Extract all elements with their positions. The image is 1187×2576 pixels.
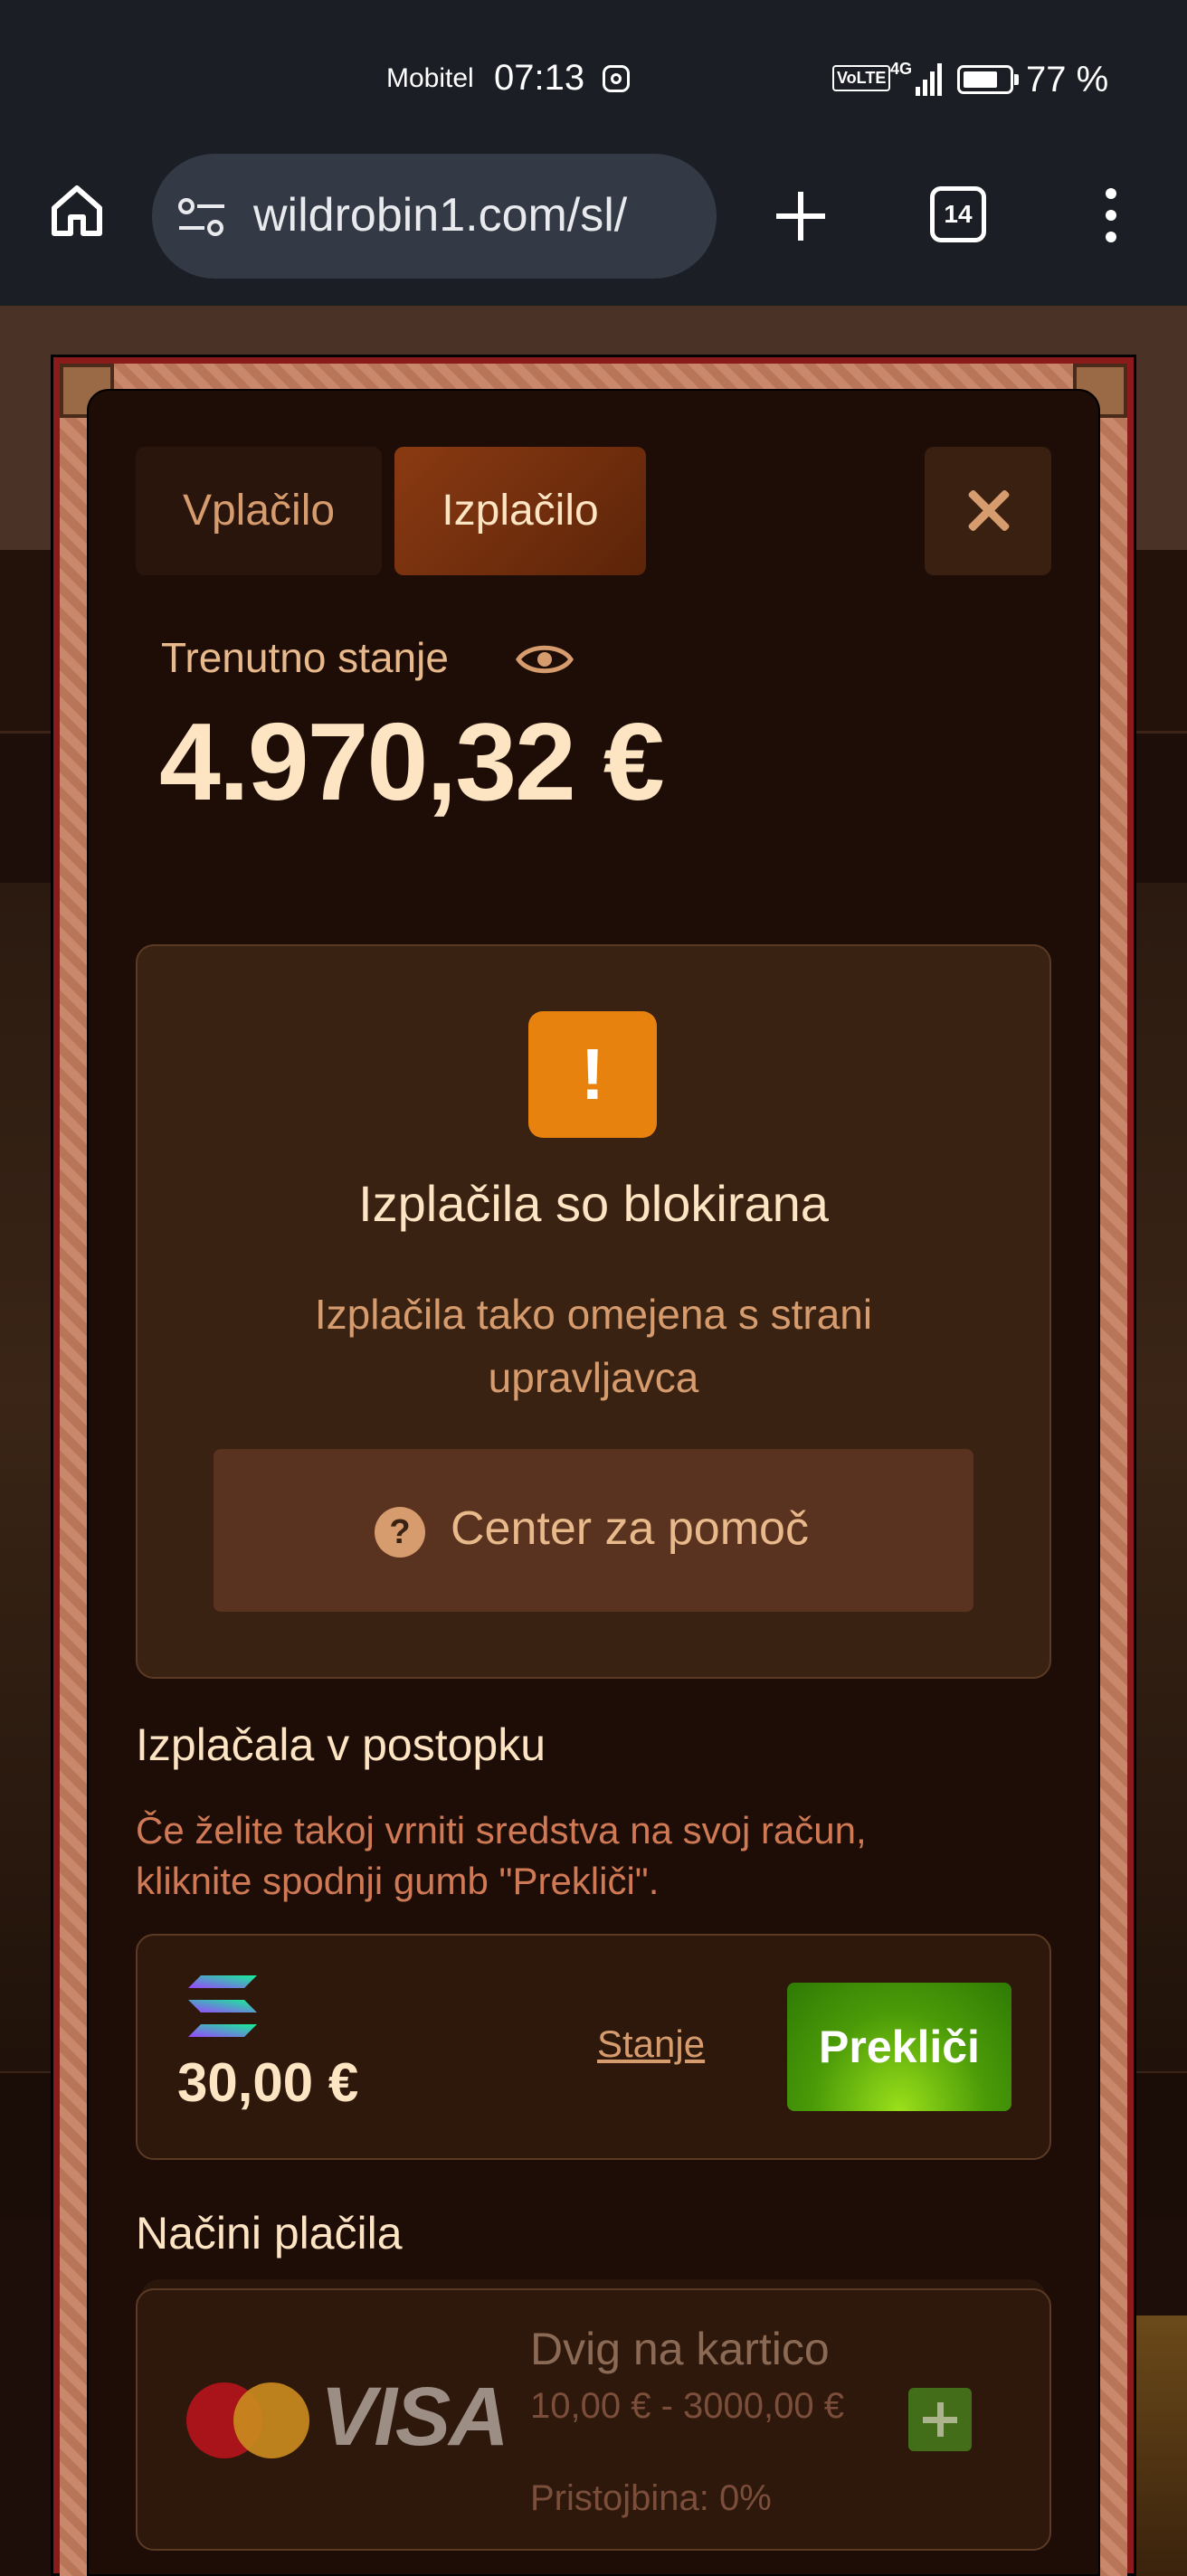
blocked-title: Izplačila so blokirana — [358, 1175, 829, 1232]
balance-amount: 4.970,32 € — [159, 700, 665, 823]
balance-label: Trenutno stanje — [161, 634, 449, 681]
payment-methods-title: Načini plačila — [136, 2208, 403, 2259]
battery-icon — [957, 65, 1013, 94]
solana-icon — [188, 1975, 257, 2037]
instagram-notification-icon — [603, 65, 630, 92]
battery-percent: 77 % — [1026, 60, 1109, 99]
question-icon: ? — [375, 1507, 425, 1558]
signal-icon — [916, 63, 942, 96]
close-button[interactable] — [925, 447, 1051, 575]
tab-switcher-button[interactable]: 14 — [930, 186, 986, 242]
method-fee: Pristojbina: 0% — [530, 2478, 772, 2518]
battery-tip — [1014, 74, 1019, 85]
clock: 07:13 — [494, 58, 585, 98]
blocked-description: Izplačila tako omejena s strani upravlja… — [314, 1291, 873, 1401]
help-center-label[interactable]: Center za pomoč — [451, 1501, 809, 1556]
add-method-button[interactable] — [908, 2388, 972, 2451]
more-options-icon[interactable] — [1102, 188, 1120, 246]
url-text[interactable]: wildrobin1.com/sl/ — [253, 188, 627, 242]
status-link[interactable]: Stanje — [597, 2022, 705, 2066]
pending-description: Če želite takoj vrniti sredstva na svoj … — [136, 1809, 867, 1902]
site-settings-icon[interactable] — [177, 197, 226, 239]
warning-icon: ! — [528, 1011, 657, 1138]
new-tab-icon[interactable] — [771, 186, 831, 246]
home-icon[interactable] — [47, 181, 107, 241]
game-thumbnail — [1133, 2316, 1187, 2576]
tab-deposit[interactable]: Vplačilo — [136, 447, 382, 575]
pending-title: Izplačala v postopku — [136, 1719, 546, 1770]
volte-icon: VoLTE — [832, 65, 891, 91]
method-limits: 10,00 € - 3000,00 € — [530, 2386, 844, 2426]
cancel-withdrawal-button[interactable]: Prekliči — [787, 1983, 1011, 2111]
method-name: Dvig na kartico — [530, 2324, 830, 2374]
network-type: 4G — [890, 60, 913, 78]
pending-amount: 30,00 € — [177, 2052, 359, 2113]
tab-withdraw[interactable]: Izplačilo — [394, 447, 646, 575]
mastercard-icon — [186, 2382, 309, 2458]
visa-logo: VISA — [320, 2371, 509, 2463]
eye-icon[interactable] — [516, 640, 574, 678]
carrier-label: Mobitel — [386, 63, 474, 93]
